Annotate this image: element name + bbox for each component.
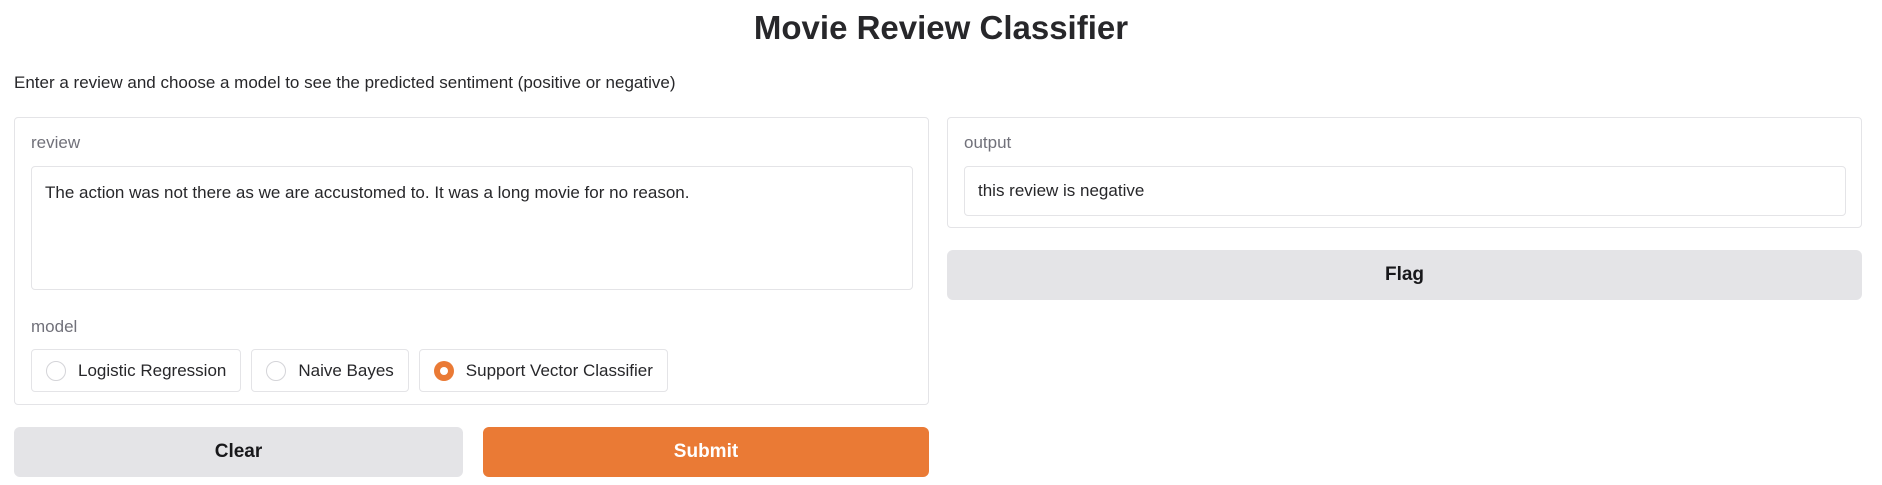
output-textbox[interactable]: this review is negative	[964, 166, 1846, 216]
model-option-label: Logistic Regression	[78, 360, 227, 380]
flag-button[interactable]: Flag	[947, 250, 1862, 300]
page-title: Movie Review Classifier	[753, 9, 1129, 46]
radio-unchecked-icon[interactable]	[46, 360, 66, 381]
model-option-label: Naive Bayes	[298, 360, 394, 380]
model-option-support-vector-classifier[interactable]: Support Vector Classifier	[418, 349, 668, 392]
output-label: output	[964, 133, 1012, 152]
model-option-naive-bayes[interactable]: Naive Bayes	[251, 349, 409, 392]
clear-button[interactable]: Clear	[14, 427, 463, 477]
page-description: Enter a review and choose a model to see…	[14, 73, 676, 92]
input-panel: review The action was not there as we ar…	[14, 117, 929, 405]
app-page: Movie Review Classifier Enter a review a…	[0, 0, 1882, 485]
review-textarea[interactable]: The action was not there as we are accus…	[31, 166, 913, 290]
model-option-label: Support Vector Classifier	[465, 360, 653, 380]
radio-checked-icon[interactable]	[433, 360, 454, 381]
model-label: model	[31, 317, 78, 336]
model-radio-group: Logistic Regression Naive Bayes Support …	[31, 349, 668, 392]
model-option-logistic-regression[interactable]: Logistic Regression	[31, 349, 242, 392]
review-label: review	[31, 133, 81, 152]
radio-unchecked-icon[interactable]	[266, 360, 287, 381]
submit-button[interactable]: Submit	[483, 427, 929, 477]
output-panel: output this review is negative	[947, 117, 1862, 228]
